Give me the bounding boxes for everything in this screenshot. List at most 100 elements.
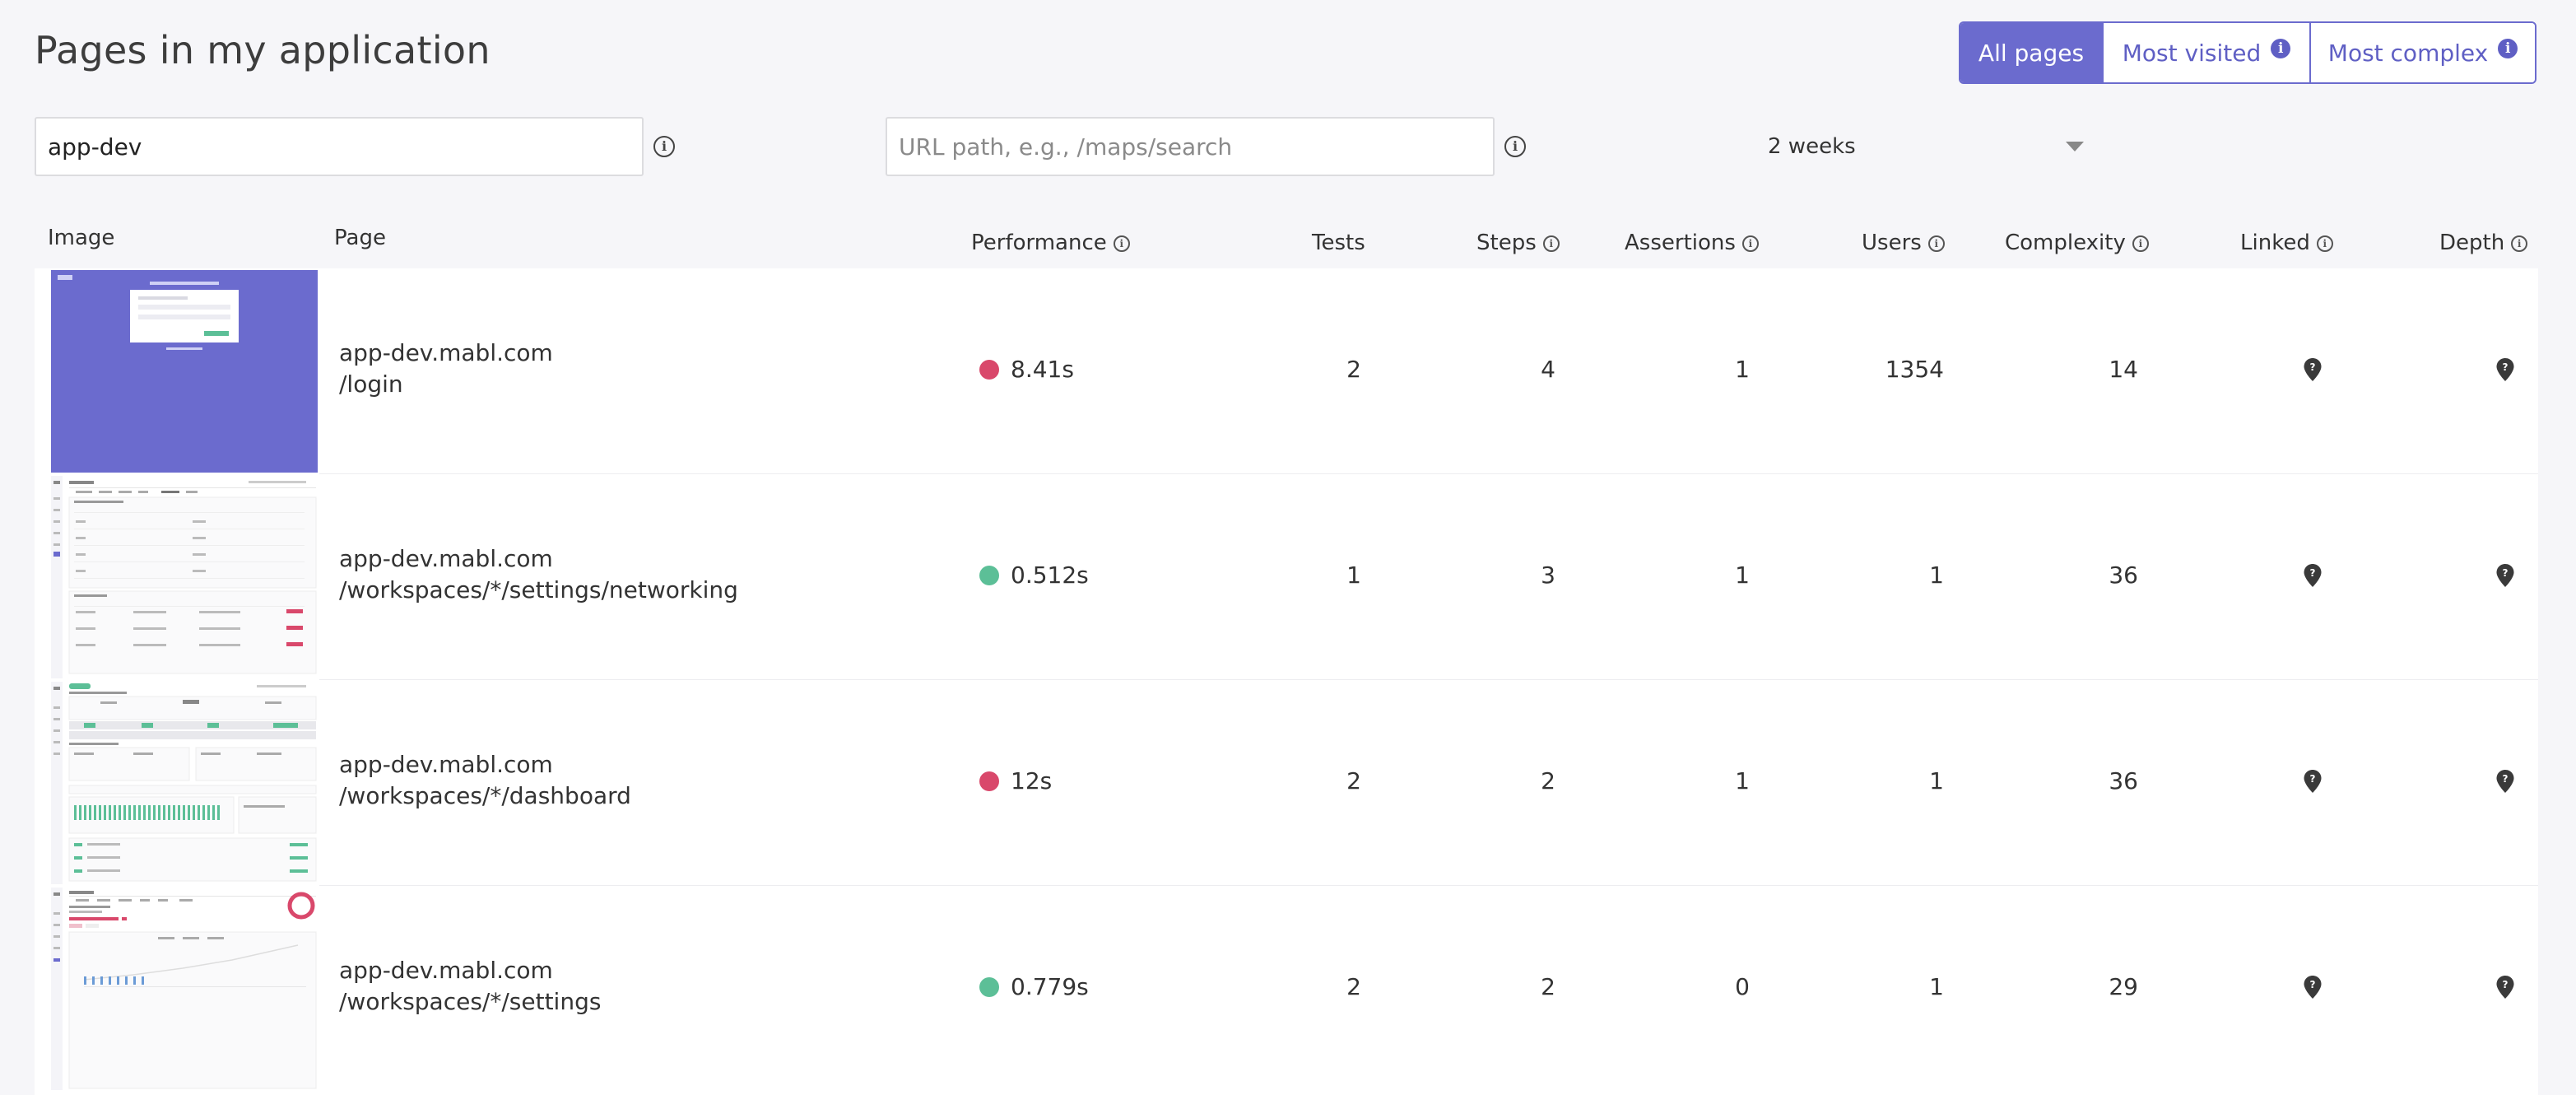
complexity-value: 36: [2109, 561, 2138, 589]
page-url[interactable]: app-dev.mabl.com /workspaces/*/settings: [339, 955, 601, 1018]
view-toggle: All pages Most visited i Most complex i: [1959, 21, 2536, 84]
performance-status-dot: [979, 976, 999, 997]
complexity-value: 36: [2109, 767, 2138, 794]
column-header-users[interactable]: Users i: [1862, 231, 1945, 255]
page-thumbnail[interactable]: [51, 888, 318, 1090]
page-path: /workspaces/*/settings: [339, 988, 602, 1015]
complexity-value: 29: [2109, 973, 2138, 1000]
pages-table: app-dev.mabl.com /login 8.41s 2 4 1 1354…: [35, 268, 2538, 1095]
performance-status-dot: [979, 565, 999, 585]
svg-text:?: ?: [2503, 567, 2509, 579]
assertions-value: 1: [1735, 767, 1750, 794]
page-path: /workspaces/*/settings/networking: [339, 576, 738, 603]
info-icon[interactable]: i: [2511, 235, 2528, 252]
column-header-assertions-label: Assertions: [1625, 231, 1736, 255]
column-header-steps[interactable]: Steps i: [1476, 231, 1560, 255]
map-pin-icon[interactable]: ?: [2303, 975, 2323, 999]
svg-text:?: ?: [2503, 361, 2509, 373]
assertions-value: 1: [1735, 356, 1750, 383]
column-header-depth-label: Depth: [2439, 231, 2505, 255]
column-header-page: Page: [334, 226, 386, 250]
page-title: Pages in my application: [35, 28, 491, 72]
steps-value: 2: [1541, 767, 1555, 794]
column-header-linked[interactable]: Linked i: [2240, 231, 2333, 255]
all-pages-label: All pages: [1978, 39, 2085, 67]
info-icon[interactable]: i: [653, 136, 675, 157]
page-url[interactable]: app-dev.mabl.com /login: [339, 338, 553, 400]
page-path: /workspaces/*/dashboard: [339, 782, 631, 809]
column-header-assertions[interactable]: Assertions i: [1625, 231, 1759, 255]
period-value: 2 weeks: [1768, 134, 1856, 159]
info-icon[interactable]: i: [1542, 235, 1560, 252]
info-icon[interactable]: i: [2271, 39, 2291, 58]
column-header-users-label: Users: [1862, 231, 1922, 255]
performance-value: 8.41s: [1011, 356, 1074, 383]
svg-text:?: ?: [2503, 773, 2509, 785]
page-path: /login: [339, 370, 403, 398]
tests-value: 1: [1346, 561, 1361, 589]
performance-value: 0.512s: [1011, 561, 1089, 589]
column-header-depth[interactable]: Depth i: [2439, 231, 2528, 255]
info-icon[interactable]: i: [1113, 235, 1130, 252]
info-icon[interactable]: i: [1927, 235, 1945, 252]
performance-cell: 0.779s: [979, 973, 1089, 1000]
info-icon[interactable]: i: [2316, 235, 2333, 252]
column-header-steps-label: Steps: [1476, 231, 1537, 255]
steps-value: 3: [1541, 561, 1555, 589]
svg-text:?: ?: [2310, 567, 2316, 579]
info-icon[interactable]: i: [1504, 136, 1526, 157]
svg-text:?: ?: [2310, 361, 2316, 373]
svg-text:?: ?: [2310, 773, 2316, 785]
page-url[interactable]: app-dev.mabl.com /workspaces/*/settings/…: [339, 543, 738, 606]
info-icon[interactable]: i: [2498, 39, 2518, 58]
search-input[interactable]: [35, 117, 644, 176]
column-header-complexity[interactable]: Complexity i: [2005, 231, 2149, 255]
users-value: 1: [1929, 767, 1944, 794]
page-host: app-dev.mabl.com: [339, 751, 553, 778]
complexity-value: 14: [2109, 356, 2138, 383]
page-url[interactable]: app-dev.mabl.com /workspaces/*/dashboard: [339, 749, 631, 812]
most-visited-button[interactable]: Most visited i: [2102, 23, 2309, 82]
map-pin-icon[interactable]: ?: [2303, 357, 2323, 382]
page-host: app-dev.mabl.com: [339, 339, 553, 366]
performance-cell: 0.512s: [979, 561, 1089, 589]
info-icon[interactable]: i: [2132, 235, 2149, 252]
steps-value: 2: [1541, 973, 1555, 1000]
page-host: app-dev.mabl.com: [339, 957, 553, 984]
page-thumbnail[interactable]: [51, 270, 318, 473]
most-complex-button[interactable]: Most complex i: [2309, 23, 2535, 82]
performance-value: 12s: [1011, 767, 1053, 794]
most-visited-label: Most visited: [2122, 39, 2262, 67]
map-pin-icon[interactable]: ?: [2495, 769, 2515, 794]
table-row[interactable]: app-dev.mabl.com /login 8.41s 2 4 1 1354…: [35, 268, 2538, 474]
most-complex-label: Most complex: [2327, 39, 2489, 67]
table-row[interactable]: app-dev.mabl.com /workspaces/*/settings …: [35, 886, 2538, 1092]
page-thumbnail[interactable]: [51, 476, 318, 678]
page-host: app-dev.mabl.com: [339, 545, 553, 572]
map-pin-icon[interactable]: ?: [2303, 563, 2323, 588]
performance-status-dot: [979, 359, 999, 380]
map-pin-icon[interactable]: ?: [2495, 975, 2515, 999]
column-header-performance-label: Performance: [971, 231, 1107, 255]
map-pin-icon[interactable]: ?: [2495, 563, 2515, 588]
map-pin-icon[interactable]: ?: [2495, 357, 2515, 382]
tests-value: 2: [1346, 767, 1361, 794]
performance-cell: 12s: [979, 767, 1052, 794]
period-select[interactable]: 2 weeks: [1768, 117, 2084, 176]
assertions-value: 1: [1735, 561, 1750, 589]
performance-status-dot: [979, 771, 999, 791]
users-value: 1354: [1885, 356, 1944, 383]
info-icon[interactable]: i: [1741, 235, 1759, 252]
table-row[interactable]: app-dev.mabl.com /workspaces/*/dashboard…: [35, 680, 2538, 886]
page-thumbnail[interactable]: [51, 682, 318, 884]
url-path-input[interactable]: [886, 117, 1495, 176]
column-header-image: Image: [48, 226, 115, 250]
users-value: 1: [1929, 973, 1944, 1000]
all-pages-button[interactable]: All pages: [1960, 23, 2102, 82]
table-row[interactable]: app-dev.mabl.com /workspaces/*/settings/…: [35, 474, 2538, 680]
map-pin-icon[interactable]: ?: [2303, 769, 2323, 794]
performance-value: 0.779s: [1011, 973, 1089, 1000]
column-header-tests[interactable]: Tests: [1312, 231, 1365, 255]
column-header-performance[interactable]: Performance i: [971, 231, 1130, 255]
steps-value: 4: [1541, 356, 1555, 383]
